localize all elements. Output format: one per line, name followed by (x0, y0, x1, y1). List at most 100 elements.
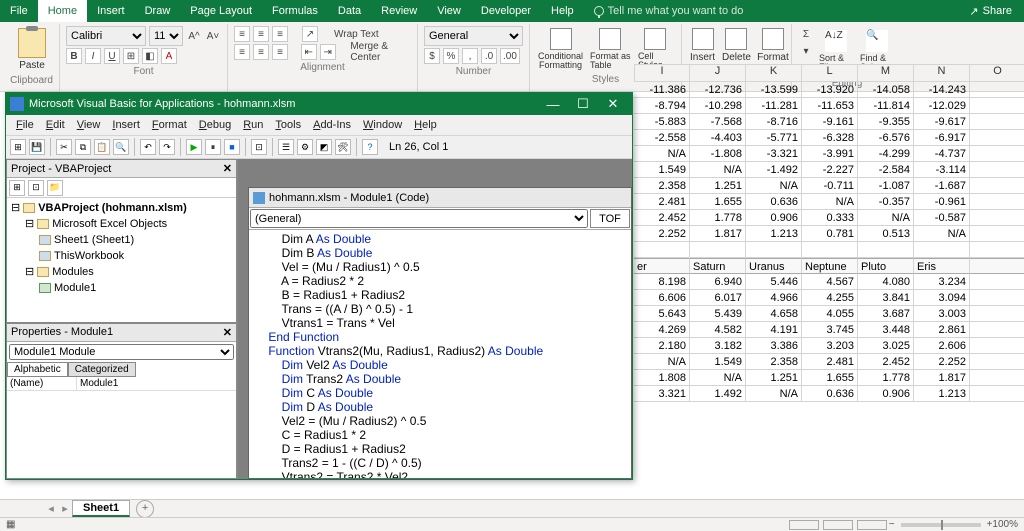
data-cell[interactable]: 4.080 (858, 274, 914, 290)
data-cell[interactable] (970, 98, 1024, 114)
tb-browser-icon[interactable]: ◩ (316, 139, 332, 155)
tb-reset-icon[interactable]: ■ (224, 139, 240, 155)
data-cell[interactable] (970, 338, 1024, 354)
align-top-icon[interactable]: ≡ (234, 26, 250, 42)
data-cell[interactable]: -1.492 (746, 162, 802, 178)
data-cell[interactable]: -2.227 (802, 162, 858, 178)
tb-break-icon[interactable]: ⏸ (205, 139, 221, 155)
col-header[interactable]: I (634, 64, 690, 82)
data-cell[interactable]: N/A (858, 210, 914, 226)
menu-run[interactable]: Run (237, 119, 269, 131)
data-cell[interactable] (970, 242, 1024, 258)
close-button[interactable]: ✕ (598, 93, 628, 115)
vba-titlebar[interactable]: Microsoft Visual Basic for Applications … (6, 93, 632, 115)
data-cell[interactable] (970, 274, 1024, 290)
header-cell[interactable]: Pluto (858, 258, 914, 274)
data-cell[interactable]: 6.017 (690, 290, 746, 306)
data-cell[interactable]: -5.883 (634, 114, 690, 130)
orientation-icon[interactable]: ↗ (302, 26, 318, 42)
data-cell[interactable]: -4.299 (858, 146, 914, 162)
tab-home[interactable]: Home (38, 0, 87, 22)
data-cell[interactable]: 3.841 (858, 290, 914, 306)
menu-help[interactable]: Help (408, 119, 443, 131)
data-cell[interactable] (970, 386, 1024, 402)
data-cell[interactable]: -4.403 (690, 130, 746, 146)
data-cell[interactable]: -10.298 (690, 98, 746, 114)
data-cell[interactable] (970, 130, 1024, 146)
data-cell[interactable]: -3.991 (802, 146, 858, 162)
shrink-font-icon[interactable]: A˅ (205, 28, 221, 44)
tb-toolbox-icon[interactable]: 🛠 (335, 139, 351, 155)
data-cell[interactable]: 2.481 (634, 194, 690, 210)
fill-color-button[interactable]: ◧ (142, 48, 158, 64)
tab-page-layout[interactable]: Page Layout (180, 0, 262, 22)
menu-debug[interactable]: Debug (193, 119, 237, 131)
dec-decimal-icon[interactable]: .00 (500, 48, 520, 64)
tb-save-icon[interactable]: 💾 (29, 139, 45, 155)
data-cell[interactable]: 3.687 (858, 306, 914, 322)
tab-view[interactable]: View (427, 0, 471, 22)
data-cell[interactable]: 3.182 (690, 338, 746, 354)
data-cell[interactable]: 1.549 (690, 354, 746, 370)
data-cell[interactable]: -0.587 (914, 210, 970, 226)
data-cell[interactable]: 0.781 (802, 226, 858, 242)
data-cell[interactable]: 3.745 (802, 322, 858, 338)
paste-button[interactable]: Paste (10, 26, 54, 73)
font-color-button[interactable]: A (161, 48, 177, 64)
number-format[interactable]: General (424, 26, 523, 46)
header-cell[interactable]: er (634, 258, 690, 274)
data-cell[interactable]: N/A (746, 386, 802, 402)
data-cell[interactable]: 3.448 (858, 322, 914, 338)
data-cell[interactable] (970, 82, 1024, 98)
align-right-icon[interactable]: ≡ (272, 44, 288, 60)
data-cell[interactable]: N/A (746, 178, 802, 194)
data-cell[interactable]: -3.321 (746, 146, 802, 162)
delete-button[interactable]: Delete (720, 26, 753, 65)
data-cell[interactable] (970, 370, 1024, 386)
autosum-icon[interactable]: Σ (798, 26, 814, 42)
tab-file[interactable]: File (0, 0, 38, 22)
data-cell[interactable] (802, 242, 858, 258)
data-cell[interactable] (970, 162, 1024, 178)
header-cell[interactable]: Neptune (802, 258, 858, 274)
tab-help[interactable]: Help (541, 0, 584, 22)
data-cell[interactable]: 0.906 (858, 386, 914, 402)
header-cell[interactable]: Eris (914, 258, 970, 274)
data-cell[interactable]: 4.255 (802, 290, 858, 306)
wrap-text-button[interactable]: Wrap Text (332, 26, 381, 42)
data-cell[interactable]: 1.808 (634, 370, 690, 386)
data-cell[interactable]: 1.251 (746, 370, 802, 386)
header-cell[interactable]: Uranus (746, 258, 802, 274)
data-cell[interactable]: N/A (690, 370, 746, 386)
tb-redo-icon[interactable]: ↷ (159, 139, 175, 155)
menu-edit[interactable]: Edit (40, 119, 71, 131)
props-object-select[interactable]: Module1 Module (9, 344, 234, 360)
code-editor[interactable]: Dim A As Double Dim B As Double Vel = (M… (249, 230, 631, 478)
data-cell[interactable]: 1.213 (914, 386, 970, 402)
share-button[interactable]: ↗Share (957, 5, 1024, 18)
data-cell[interactable]: N/A (802, 194, 858, 210)
conditional-formatting-button[interactable]: Conditional Formatting (536, 26, 585, 72)
view-object-icon[interactable]: ⊡ (28, 180, 44, 196)
data-cell[interactable]: 6.606 (634, 290, 690, 306)
data-cell[interactable]: 0.636 (746, 194, 802, 210)
data-cell[interactable]: 3.386 (746, 338, 802, 354)
maximize-button[interactable]: ☐ (568, 93, 598, 115)
data-cell[interactable]: 5.439 (690, 306, 746, 322)
data-cell[interactable]: -2.584 (858, 162, 914, 178)
data-cell[interactable]: -9.617 (914, 114, 970, 130)
data-cell[interactable]: 5.643 (634, 306, 690, 322)
data-cell[interactable]: 1.251 (690, 178, 746, 194)
format-as-table-button[interactable]: Format as Table (588, 26, 633, 72)
menu-file[interactable]: File (10, 119, 40, 131)
data-cell[interactable]: N/A (634, 146, 690, 162)
data-cell[interactable] (746, 242, 802, 258)
fill-icon[interactable]: ▾ (798, 43, 814, 59)
data-cell[interactable] (970, 290, 1024, 306)
align-left-icon[interactable]: ≡ (234, 44, 250, 60)
data-cell[interactable] (970, 210, 1024, 226)
props-grid[interactable]: (Name)Module1 (7, 377, 236, 478)
menu-tools[interactable]: Tools (269, 119, 307, 131)
data-cell[interactable]: 2.861 (914, 322, 970, 338)
col-header[interactable]: N (914, 64, 970, 82)
